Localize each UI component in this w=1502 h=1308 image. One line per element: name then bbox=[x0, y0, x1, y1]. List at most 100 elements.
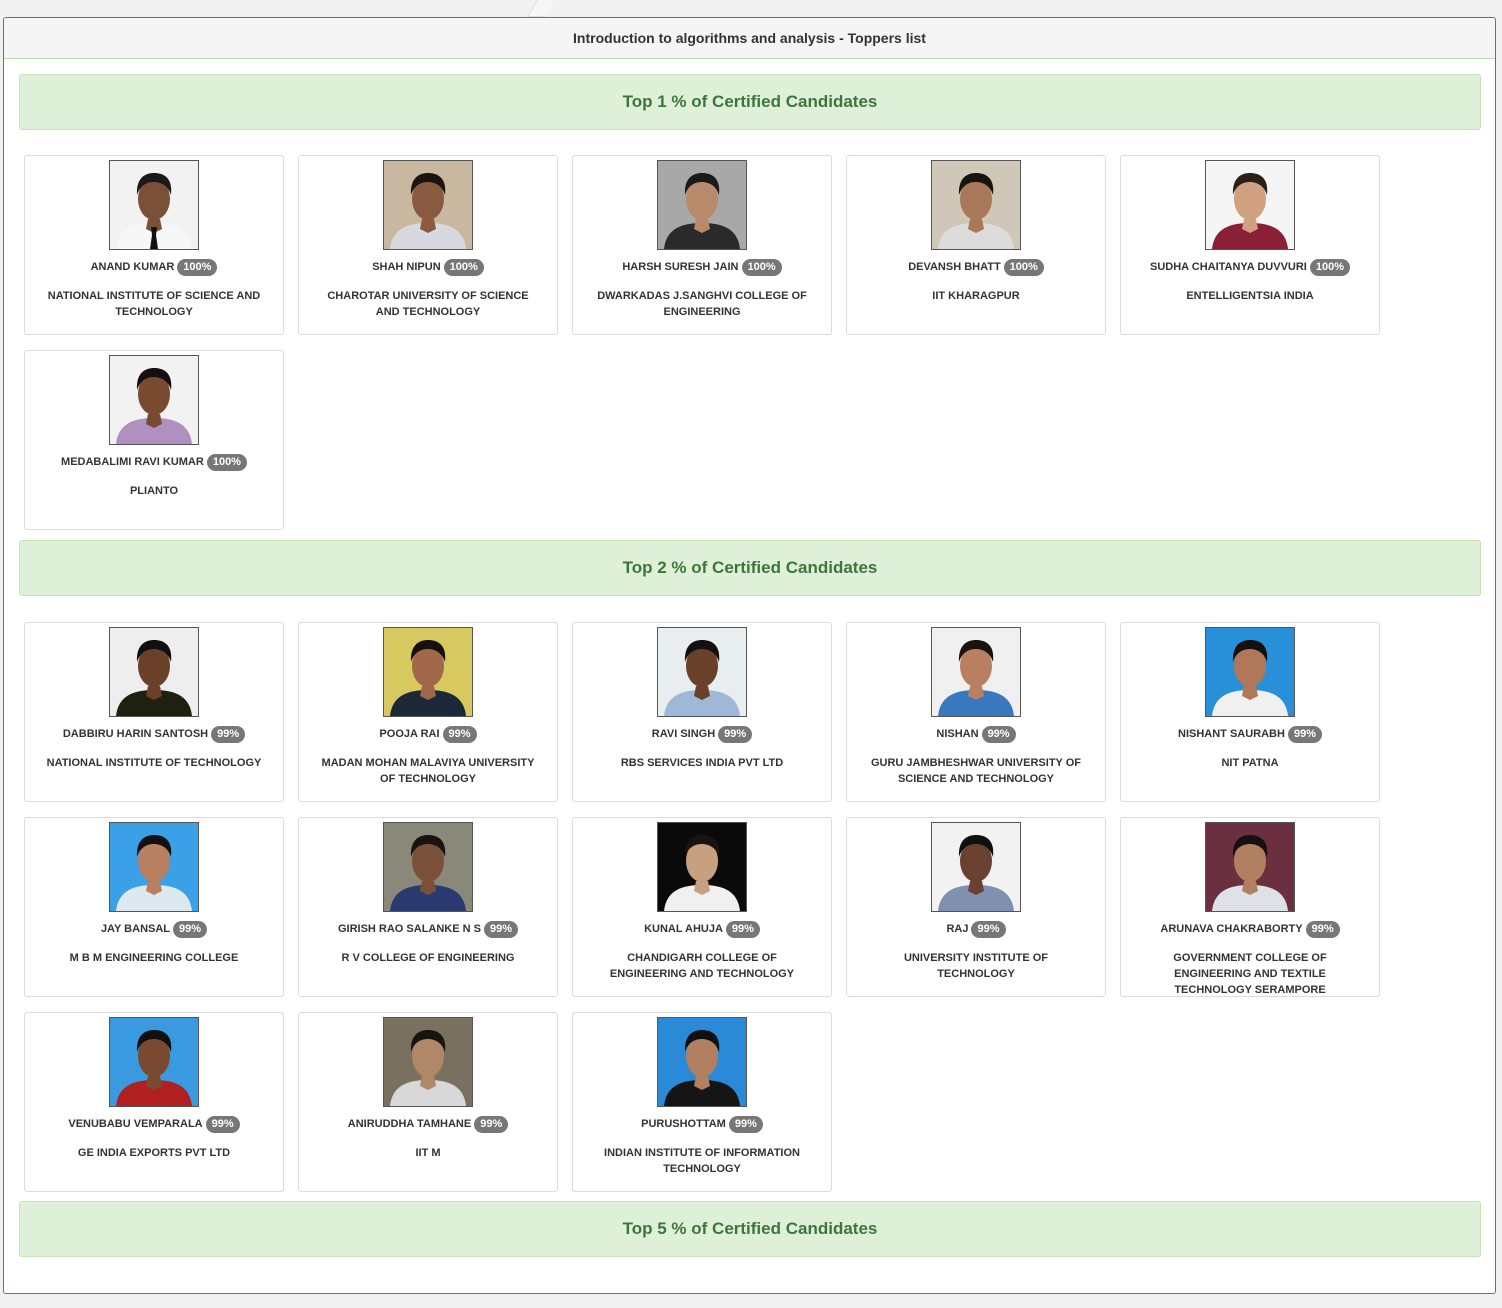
candidate-card: ARUNAVA CHAKRABORTY 99% GOVERNMENT COLLEGE… bbox=[1120, 817, 1380, 997]
candidate-name-line: SUDHA CHAITANYA DUVVURI 100% bbox=[1121, 259, 1379, 276]
candidate-card: ANIRUDDHA TAMHANE 99% IIT M bbox=[298, 1012, 558, 1192]
candidate-organization: NATIONAL INSTITUTE OF SCIENCE AND TECHNO… bbox=[47, 290, 261, 318]
candidate-name: ANAND KUMAR bbox=[90, 261, 175, 273]
candidate-photo bbox=[657, 1017, 747, 1107]
candidate-photo-image bbox=[110, 161, 198, 249]
score-badge: 99% bbox=[1287, 726, 1322, 743]
candidate-organization: PLIANTO bbox=[129, 485, 179, 497]
score-badge: 100% bbox=[1003, 259, 1044, 276]
candidate-photo bbox=[657, 160, 747, 250]
candidate-name-line: SHAH NIPUN 100% bbox=[299, 259, 557, 276]
candidate-card: GIRISH RAO SALANKE N S 99% R V COLLEGE OF … bbox=[298, 817, 558, 997]
candidate-photo-image bbox=[658, 628, 746, 716]
candidate-photo bbox=[109, 160, 199, 250]
candidate-photo-image bbox=[384, 823, 472, 911]
candidate-organization: RBS SERVICES INDIA PVT LTD bbox=[620, 757, 784, 769]
candidate-card: POOJA RAI 99% MADAN MOHAN MALAVIYA UNIVERS… bbox=[298, 622, 558, 802]
score-badge: 99% bbox=[718, 726, 753, 743]
score-badge: 99% bbox=[474, 1116, 509, 1133]
candidate-photo-image bbox=[384, 1018, 472, 1106]
score-badge: 99% bbox=[725, 921, 760, 938]
candidate-card: RAVI SINGH 99% RBS SERVICES INDIA PVT LTD bbox=[572, 622, 832, 802]
candidate-photo-image bbox=[384, 628, 472, 716]
candidate-organization: CHAROTAR UNIVERSITY OF SCIENCE AND TECHN… bbox=[327, 290, 529, 318]
candidate-name: DABBIRU HARIN SANTOSH bbox=[62, 728, 209, 740]
candidate-photo-image bbox=[932, 628, 1020, 716]
candidate-name-line: PURUSHOTTAM 99% bbox=[573, 1116, 831, 1133]
candidate-photo bbox=[1205, 822, 1295, 912]
top-tab-decoration bbox=[527, 0, 555, 17]
candidate-card: ANAND KUMAR 100% NATIONAL INSTITUTE OF SCI… bbox=[24, 155, 284, 335]
candidate-card: RAJ 99% UNIVERSITY INSTITUTE OF TECHNOLOGY bbox=[846, 817, 1106, 997]
candidate-photo bbox=[383, 822, 473, 912]
candidate-name-line: DEVANSH BHATT 100% bbox=[847, 259, 1105, 276]
candidate-name: DEVANSH BHATT bbox=[908, 261, 1001, 273]
score-badge: 99% bbox=[442, 726, 477, 743]
section-header-top-1: Top 1 % of Certified Candidates bbox=[19, 74, 1481, 130]
candidate-card: MEDABALIMI RAVI KUMAR 100% PLIANTO bbox=[24, 350, 284, 530]
candidate-organization: DWARKADAS J.SANGHVI COLLEGE OF ENGINEERI… bbox=[597, 290, 807, 318]
candidate-photo bbox=[931, 160, 1021, 250]
candidate-card: DEVANSH BHATT 100% IIT KHARAGPUR bbox=[846, 155, 1106, 335]
candidate-card: HARSH SURESH JAIN 100% DWARKADAS J.SANGHVI… bbox=[572, 155, 832, 335]
candidate-card: KUNAL AHUJA 99% CHANDIGARH COLLEGE OF ENGI… bbox=[572, 817, 832, 997]
candidate-photo bbox=[657, 627, 747, 717]
score-badge: 99% bbox=[211, 726, 246, 743]
score-badge: 99% bbox=[971, 921, 1006, 938]
candidate-name-line: NISHAN 99% bbox=[847, 726, 1105, 743]
candidate-name: MEDABALIMI RAVI KUMAR bbox=[61, 456, 204, 468]
score-badge: 100% bbox=[443, 259, 484, 276]
candidate-photo bbox=[1205, 627, 1295, 717]
candidate-photo-image bbox=[932, 823, 1020, 911]
candidate-card: VENUBABU VEMPARALA 99% GE INDIA EXPORTS PV… bbox=[24, 1012, 284, 1192]
candidate-name-line: DABBIRU HARIN SANTOSH 99% bbox=[25, 726, 283, 743]
candidate-card: SUDHA CHAITANYA DUVVURI 100% ENTELLIGENTSI… bbox=[1120, 155, 1380, 335]
candidate-name-line: POOJA RAI 99% bbox=[299, 726, 557, 743]
candidate-name: SHAH NIPUN bbox=[372, 261, 441, 273]
candidate-organization: IIT KHARAGPUR bbox=[932, 290, 1020, 302]
score-badge: 100% bbox=[206, 454, 247, 471]
section-header-top-5: Top 5 % of Certified Candidates bbox=[19, 1201, 1481, 1257]
candidate-photo-image bbox=[658, 1018, 746, 1106]
candidate-name-line: ANIRUDDHA TAMHANE 99% bbox=[299, 1116, 557, 1133]
candidate-name: NISHAN bbox=[936, 728, 979, 740]
candidate-name: POOJA RAI bbox=[379, 728, 440, 740]
candidate-photo bbox=[383, 627, 473, 717]
candidate-organization: IIT M bbox=[415, 1147, 441, 1159]
score-badge: 100% bbox=[741, 259, 782, 276]
candidate-photo bbox=[657, 822, 747, 912]
candidate-photo-image bbox=[110, 356, 198, 444]
candidate-photo-image bbox=[110, 628, 198, 716]
candidate-name-line: RAJ 99% bbox=[847, 921, 1105, 938]
candidate-photo bbox=[109, 355, 199, 445]
toppers-panel: Introduction to algorithms and analysis … bbox=[3, 17, 1496, 1294]
candidate-name-line: JAY BANSAL 99% bbox=[25, 921, 283, 938]
candidate-name-line: ARUNAVA CHAKRABORTY 99% bbox=[1121, 921, 1379, 938]
candidate-name: GIRISH RAO SALANKE N S bbox=[337, 923, 481, 935]
candidate-photo-image bbox=[384, 161, 472, 249]
section-header-top-2: Top 2 % of Certified Candidates bbox=[19, 540, 1481, 596]
candidate-name-line: RAVI SINGH 99% bbox=[573, 726, 831, 743]
candidate-photo-image bbox=[110, 1018, 198, 1106]
candidate-name: ARUNAVA CHAKRABORTY bbox=[1160, 923, 1303, 935]
candidate-photo bbox=[109, 1017, 199, 1107]
candidate-photo bbox=[383, 160, 473, 250]
candidate-organization: GURU JAMBHESHWAR UNIVERSITY OF SCIENCE A… bbox=[870, 757, 1082, 785]
candidate-name-line: HARSH SURESH JAIN 100% bbox=[573, 259, 831, 276]
candidate-organization: MADAN MOHAN MALAVIYA UNIVERSITY OF TECHN… bbox=[321, 757, 535, 785]
candidate-name: HARSH SURESH JAIN bbox=[622, 261, 739, 273]
candidate-organization: CHANDIGARH COLLEGE OF ENGINEERING AND TE… bbox=[609, 952, 795, 980]
candidate-organization: NIT PATNA bbox=[1221, 757, 1279, 769]
candidate-organization: M B M ENGINEERING COLLEGE bbox=[69, 952, 239, 964]
candidate-organization: NATIONAL INSTITUTE OF TECHNOLOGY bbox=[46, 757, 262, 769]
candidate-card: PURUSHOTTAM 99% INDIAN INSTITUTE OF INFORM… bbox=[572, 1012, 832, 1192]
candidate-name: RAJ bbox=[946, 923, 969, 935]
candidate-card: SHAH NIPUN 100% CHAROTAR UNIVERSITY OF SCI… bbox=[298, 155, 558, 335]
candidate-name-line: NISHANT SAURABH 99% bbox=[1121, 726, 1379, 743]
candidate-organization: UNIVERSITY INSTITUTE OF TECHNOLOGY bbox=[903, 952, 1049, 980]
score-badge: 99% bbox=[728, 1116, 763, 1133]
candidate-name: NISHANT SAURABH bbox=[1178, 728, 1285, 740]
candidate-organization: GE INDIA EXPORTS PVT LTD bbox=[77, 1147, 231, 1159]
candidate-organization: INDIAN INSTITUTE OF INFORMATION TECHNOLO… bbox=[604, 1147, 800, 1175]
candidate-photo-image bbox=[110, 823, 198, 911]
